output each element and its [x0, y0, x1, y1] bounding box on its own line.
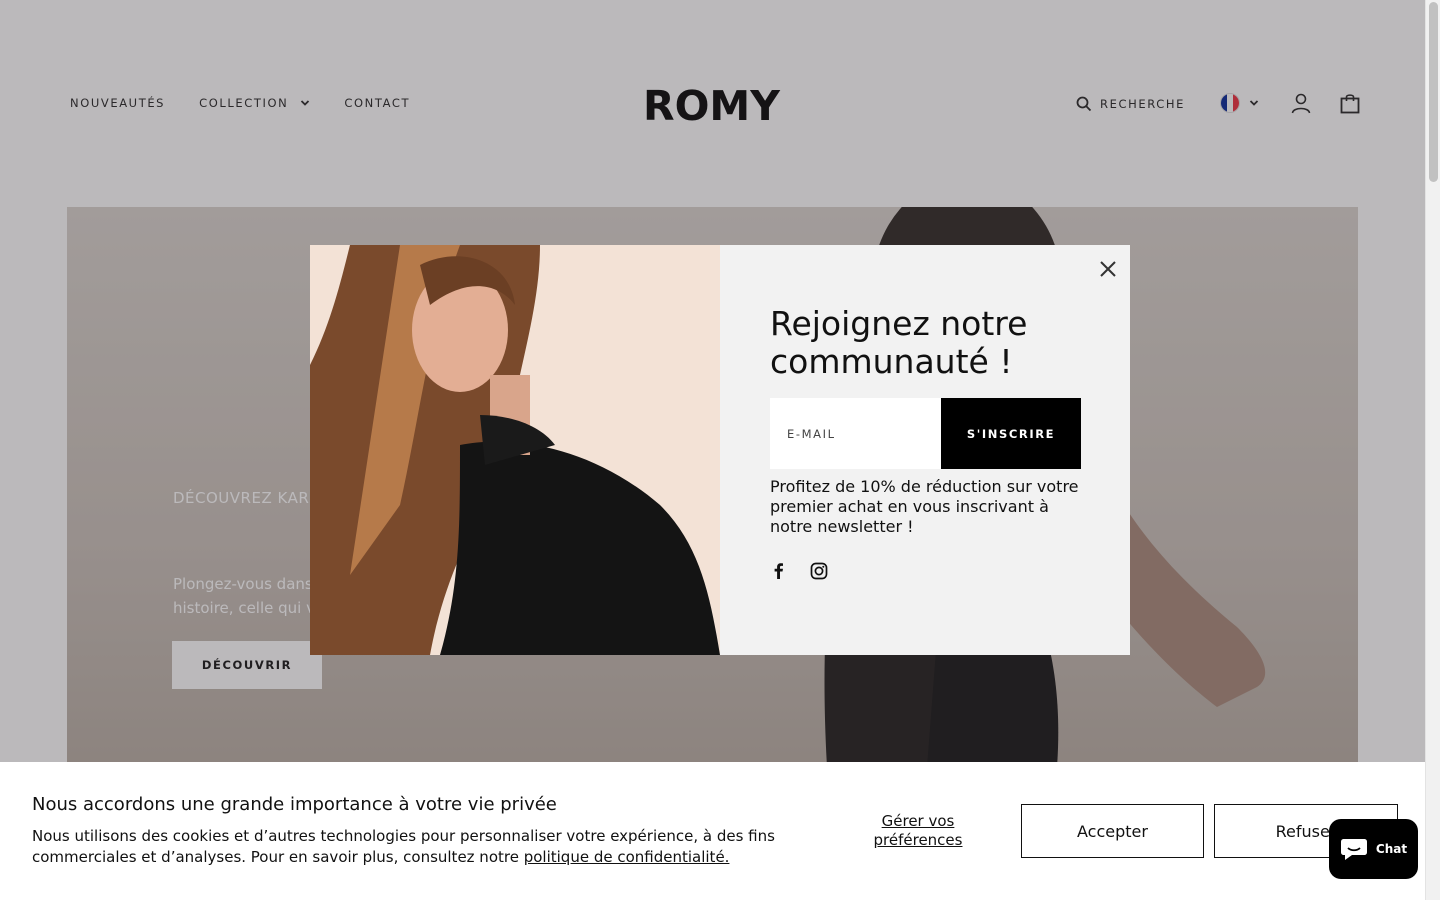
close-popup-button[interactable]	[1096, 257, 1120, 281]
chat-bubble-icon	[1340, 839, 1367, 860]
popup-description: Profitez de 10% de réduction sur votre p…	[770, 477, 1079, 536]
email-field[interactable]	[770, 398, 941, 469]
facebook-icon[interactable]	[770, 562, 788, 584]
instagram-icon[interactable]	[810, 562, 828, 584]
close-icon	[1100, 261, 1116, 277]
manage-preferences-button[interactable]: Gérer vos préférences	[858, 812, 978, 850]
model-portrait-image	[310, 245, 720, 655]
popup-content: Rejoignez notre communauté ! S'INSCRIRE …	[720, 245, 1130, 655]
accept-cookies-button[interactable]: Accepter	[1021, 804, 1204, 858]
cookie-title: Nous accordons une grande importance à v…	[32, 794, 557, 815]
subscribe-button[interactable]: S'INSCRIRE	[941, 398, 1081, 469]
cookie-text: Nous utilisons des cookies et d’autres t…	[32, 826, 792, 868]
popup-title: Rejoignez notre communauté !	[770, 304, 1028, 381]
social-links	[770, 562, 850, 584]
scrollbar-thumb[interactable]	[1429, 2, 1438, 182]
popup-model-image	[310, 245, 720, 655]
cookie-banner: Nous accordons une grande importance à v…	[0, 762, 1425, 900]
newsletter-popup: Rejoignez notre communauté ! S'INSCRIRE …	[310, 245, 1130, 655]
page-scrollbar[interactable]	[1425, 0, 1440, 900]
chat-label: Chat	[1375, 842, 1408, 856]
privacy-policy-link[interactable]: politique de confidentialité.	[524, 848, 730, 866]
chat-button[interactable]: Chat	[1329, 819, 1418, 879]
